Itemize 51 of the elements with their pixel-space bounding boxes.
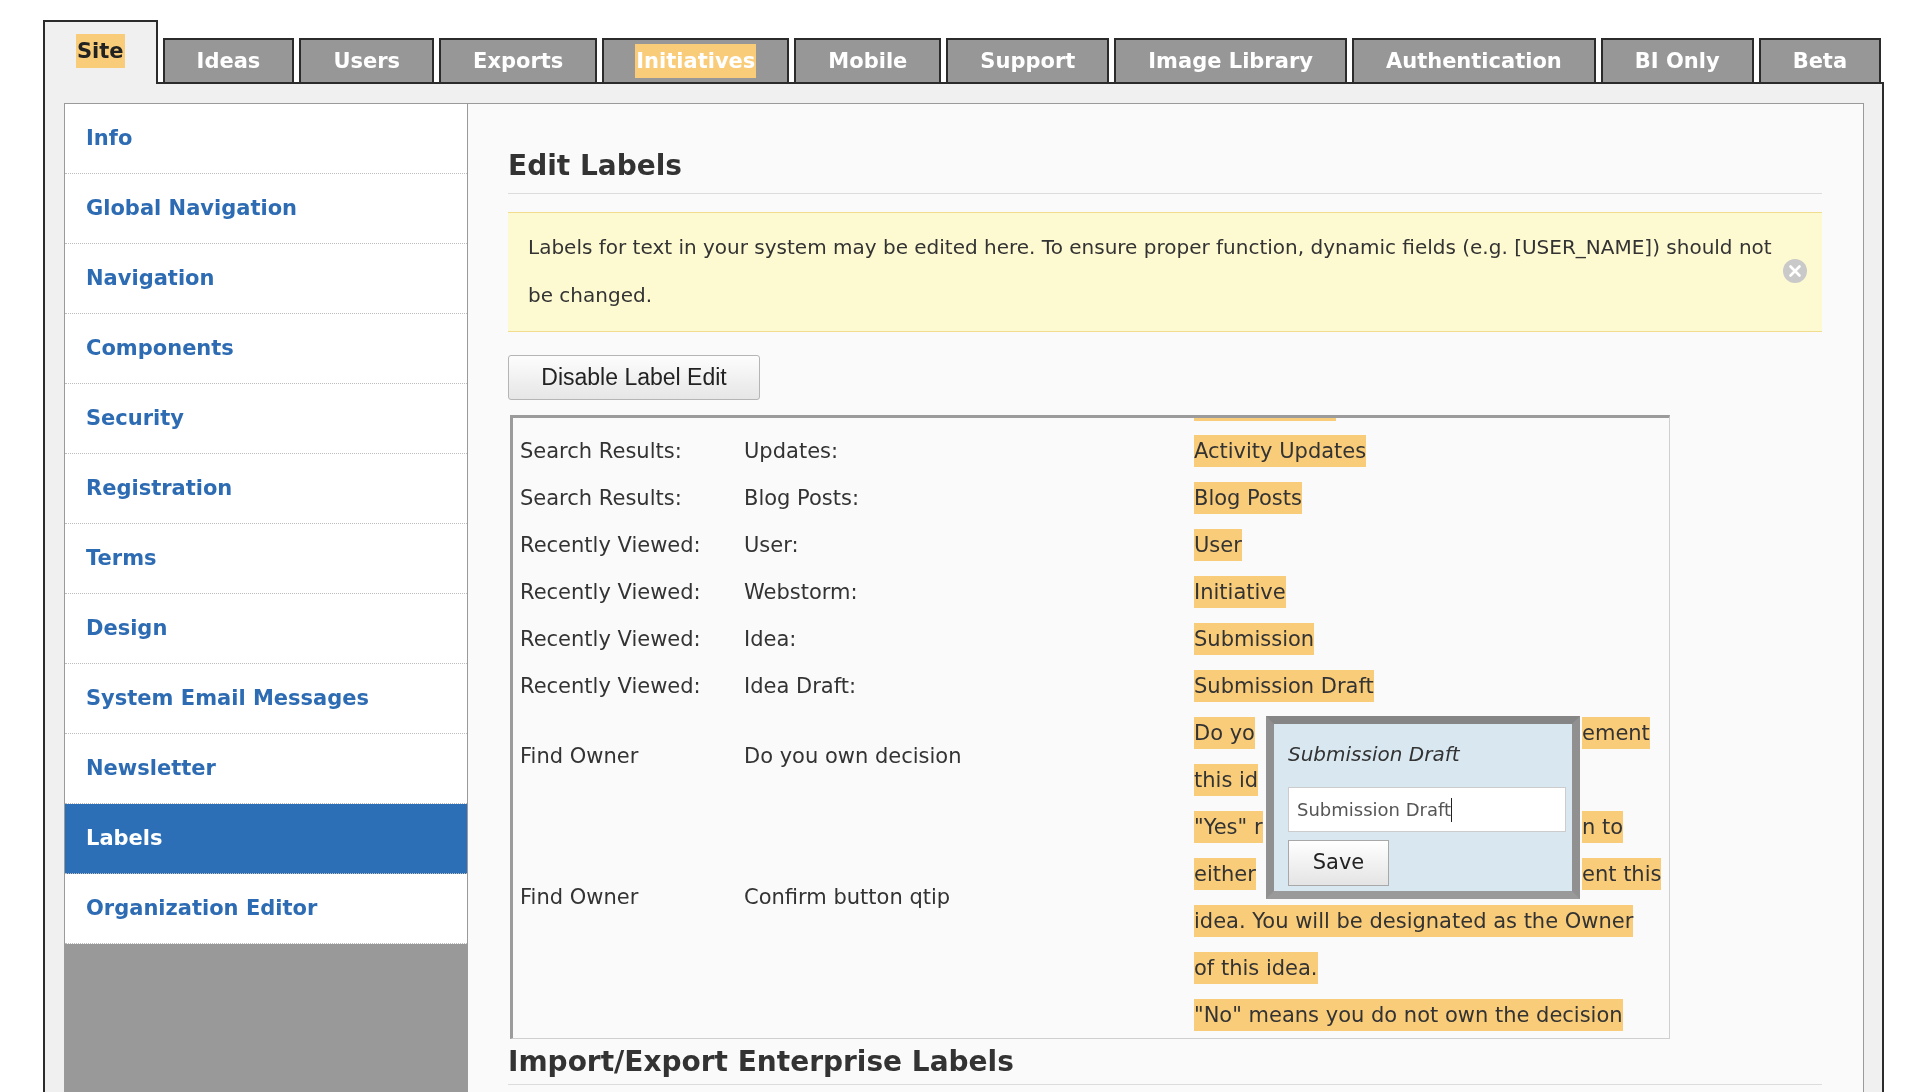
label-value[interactable]: Submission <box>1194 622 1315 655</box>
label-value[interactable]: of this idea. <box>1194 951 1318 984</box>
label-value[interactable]: "No" means you do not own the decision <box>1194 998 1623 1031</box>
table-cell: Confirm button qtip <box>744 885 951 909</box>
table-cell: Webstorm: <box>744 579 858 604</box>
tab[interactable]: Exports <box>439 38 598 82</box>
table-cell: Recently Viewed: <box>520 626 701 651</box>
tab[interactable]: BI Only <box>1600 38 1754 82</box>
label-value[interactable]: either <box>1194 857 1256 890</box>
label-value[interactable]: n to <box>1582 810 1624 843</box>
page-title: Edit Labels <box>508 148 683 184</box>
table-cell: User: <box>744 532 799 557</box>
label-value[interactable]: Activity Updates <box>1194 434 1367 467</box>
table-cell: Search Results: <box>520 438 682 463</box>
save-button[interactable]: Save <box>1288 840 1389 886</box>
table-cell: Find Owner <box>520 885 639 909</box>
tab[interactable]: Beta <box>1758 38 1882 82</box>
popup-title: Submission Draft <box>1288 741 1460 768</box>
table-cell: Idea Draft: <box>744 673 856 698</box>
tab[interactable]: Support <box>946 38 1110 82</box>
table-cell: Search Results: <box>520 485 682 510</box>
label-value[interactable]: Blog Posts <box>1194 481 1302 514</box>
table-cell: Recently Viewed: <box>520 673 701 698</box>
table-cell: Blog Posts: <box>744 485 860 510</box>
section-title: Import/Export Enterprise Labels <box>508 1044 1015 1080</box>
label-value[interactable]: this id <box>1194 763 1259 796</box>
table-cell: Do you own decision <box>744 744 962 768</box>
tab[interactable]: Mobile <box>794 38 942 82</box>
table-cell: Find Owner <box>520 744 639 768</box>
label-value[interactable]: Do yo <box>1194 716 1255 749</box>
table-cell: Recently Viewed: <box>520 532 701 557</box>
disable-label-edit-button[interactable]: Disable Label Edit <box>508 355 760 400</box>
label-value[interactable]: ement <box>1582 716 1650 749</box>
label-value[interactable]: User <box>1194 528 1242 561</box>
label-value[interactable]: "Yes" r <box>1194 810 1263 843</box>
table-cell: Idea: <box>744 626 797 651</box>
tab[interactable]: Ideas <box>162 38 295 82</box>
table-cell: Updates: <box>744 438 839 463</box>
text-cursor-icon <box>1451 797 1453 822</box>
close-icon[interactable] <box>1783 259 1807 283</box>
tab[interactable]: Site <box>43 20 158 84</box>
tab[interactable]: Users <box>299 38 435 82</box>
table-cell: Recently Viewed: <box>520 579 701 604</box>
tab[interactable]: Authentication <box>1351 38 1596 82</box>
sidebar-item[interactable]: Labels <box>65 804 467 874</box>
tab[interactable]: Image Library <box>1114 38 1347 82</box>
label-value[interactable]: Submission Draft <box>1194 669 1374 702</box>
label-value[interactable]: Initiative <box>1194 575 1286 608</box>
label-value[interactable]: ent this <box>1582 857 1662 890</box>
text-input[interactable]: Submission Draft <box>1288 787 1566 832</box>
notice-text: Labels for text in your system may be edited here. To ensure proper function, dynamic fields (e.g. [USER_NAME]) should not be changed. <box>528 234 1773 309</box>
